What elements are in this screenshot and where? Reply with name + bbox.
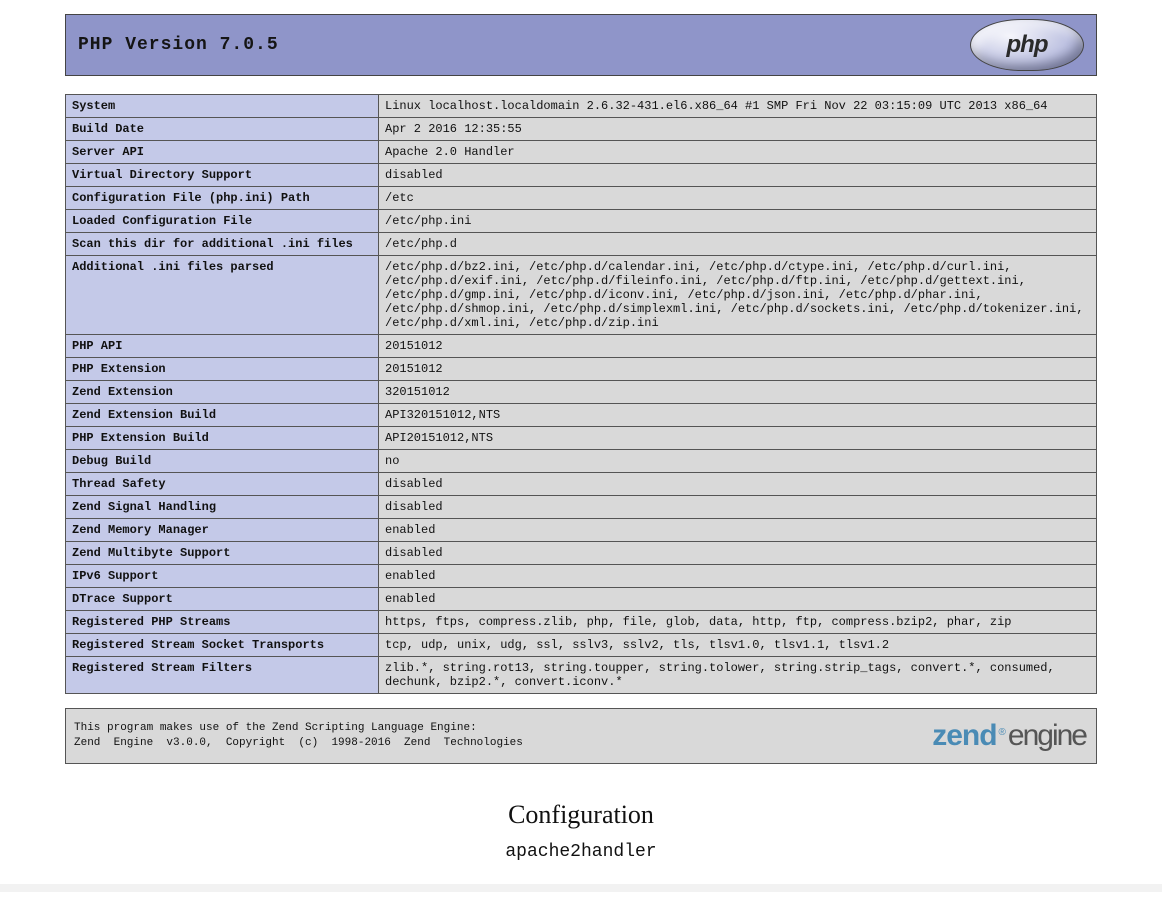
info-value: /etc/php.d: [379, 233, 1097, 256]
table-row: Zend Memory Managerenabled: [66, 519, 1097, 542]
info-value: /etc/php.ini: [379, 210, 1097, 233]
info-value: Apr 2 2016 12:35:55: [379, 118, 1097, 141]
table-row: PHP API20151012: [66, 335, 1097, 358]
registered-mark: ®: [999, 727, 1006, 738]
info-value: zlib.*, string.rot13, string.toupper, st…: [379, 657, 1097, 694]
table-row: DTrace Supportenabled: [66, 588, 1097, 611]
info-key: Zend Signal Handling: [66, 496, 379, 519]
info-value: enabled: [379, 519, 1097, 542]
info-value: disabled: [379, 542, 1097, 565]
info-value: disabled: [379, 473, 1097, 496]
php-logo: php: [970, 19, 1084, 71]
info-key: Zend Multibyte Support: [66, 542, 379, 565]
table-row: Registered Stream Filterszlib.*, string.…: [66, 657, 1097, 694]
table-row: Registered Stream Socket Transportstcp, …: [66, 634, 1097, 657]
table-row: Configuration File (php.ini) Path/etc: [66, 187, 1097, 210]
table-row: Virtual Directory Supportdisabled: [66, 164, 1097, 187]
info-key: Loaded Configuration File: [66, 210, 379, 233]
table-row: PHP Extension20151012: [66, 358, 1097, 381]
table-row: Zend Extension BuildAPI320151012,NTS: [66, 404, 1097, 427]
info-key: PHP Extension Build: [66, 427, 379, 450]
info-key: IPv6 Support: [66, 565, 379, 588]
php-info-table: SystemLinux localhost.localdomain 2.6.32…: [65, 94, 1097, 694]
table-row: Zend Signal Handlingdisabled: [66, 496, 1097, 519]
zend-logo: zend®engine: [932, 719, 1086, 753]
info-key: Zend Extension: [66, 381, 379, 404]
zend-logo-zend: zend: [932, 719, 996, 753]
page-title: PHP Version 7.0.5: [78, 35, 279, 55]
info-value: Linux localhost.localdomain 2.6.32-431.e…: [379, 95, 1097, 118]
info-value: disabled: [379, 164, 1097, 187]
info-key: Build Date: [66, 118, 379, 141]
info-value: API20151012,NTS: [379, 427, 1097, 450]
info-value: enabled: [379, 565, 1097, 588]
info-key: Zend Extension Build: [66, 404, 379, 427]
configuration-heading: Configuration: [65, 800, 1097, 830]
info-value: 20151012: [379, 358, 1097, 381]
info-key: PHP Extension: [66, 358, 379, 381]
table-row: Loaded Configuration File/etc/php.ini: [66, 210, 1097, 233]
info-value: enabled: [379, 588, 1097, 611]
info-key: Configuration File (php.ini) Path: [66, 187, 379, 210]
table-row: Zend Extension320151012: [66, 381, 1097, 404]
info-value: 320151012: [379, 381, 1097, 404]
info-value: /etc/php.d/bz2.ini, /etc/php.d/calendar.…: [379, 256, 1097, 335]
php-version-header: PHP Version 7.0.5 php: [65, 14, 1097, 76]
table-row: Server APIApache 2.0 Handler: [66, 141, 1097, 164]
info-value: /etc: [379, 187, 1097, 210]
info-value: 20151012: [379, 335, 1097, 358]
info-value: https, ftps, compress.zlib, php, file, g…: [379, 611, 1097, 634]
info-key: Thread Safety: [66, 473, 379, 496]
info-key: Debug Build: [66, 450, 379, 473]
info-value: tcp, udp, unix, udg, ssl, sslv3, sslv2, …: [379, 634, 1097, 657]
info-value: Apache 2.0 Handler: [379, 141, 1097, 164]
table-row: Build DateApr 2 2016 12:35:55: [66, 118, 1097, 141]
table-row: IPv6 Supportenabled: [66, 565, 1097, 588]
zend-engine-box: This program makes use of the Zend Scrip…: [65, 708, 1097, 764]
table-row: Debug Buildno: [66, 450, 1097, 473]
php-logo-text: php: [1007, 31, 1048, 59]
table-row: Thread Safetydisabled: [66, 473, 1097, 496]
info-key: Scan this dir for additional .ini files: [66, 233, 379, 256]
info-key: Registered Stream Socket Transports: [66, 634, 379, 657]
table-row: SystemLinux localhost.localdomain 2.6.32…: [66, 95, 1097, 118]
info-key: Virtual Directory Support: [66, 164, 379, 187]
table-row: Registered PHP Streamshttps, ftps, compr…: [66, 611, 1097, 634]
info-key: Server API: [66, 141, 379, 164]
info-value: no: [379, 450, 1097, 473]
info-key: PHP API: [66, 335, 379, 358]
table-row: Zend Multibyte Supportdisabled: [66, 542, 1097, 565]
info-key: Registered PHP Streams: [66, 611, 379, 634]
info-key: System: [66, 95, 379, 118]
info-value: disabled: [379, 496, 1097, 519]
zend-logo-engine: engine: [1008, 719, 1086, 753]
section-heading: apache2handler: [65, 842, 1097, 862]
zend-text: This program makes use of the Zend Scrip…: [74, 721, 523, 752]
bottom-bar: [0, 884, 1162, 892]
info-key: Registered Stream Filters: [66, 657, 379, 694]
info-key: DTrace Support: [66, 588, 379, 611]
table-row: PHP Extension BuildAPI20151012,NTS: [66, 427, 1097, 450]
info-key: Zend Memory Manager: [66, 519, 379, 542]
info-key: Additional .ini files parsed: [66, 256, 379, 335]
info-value: API320151012,NTS: [379, 404, 1097, 427]
table-row: Additional .ini files parsed/etc/php.d/b…: [66, 256, 1097, 335]
table-row: Scan this dir for additional .ini files/…: [66, 233, 1097, 256]
